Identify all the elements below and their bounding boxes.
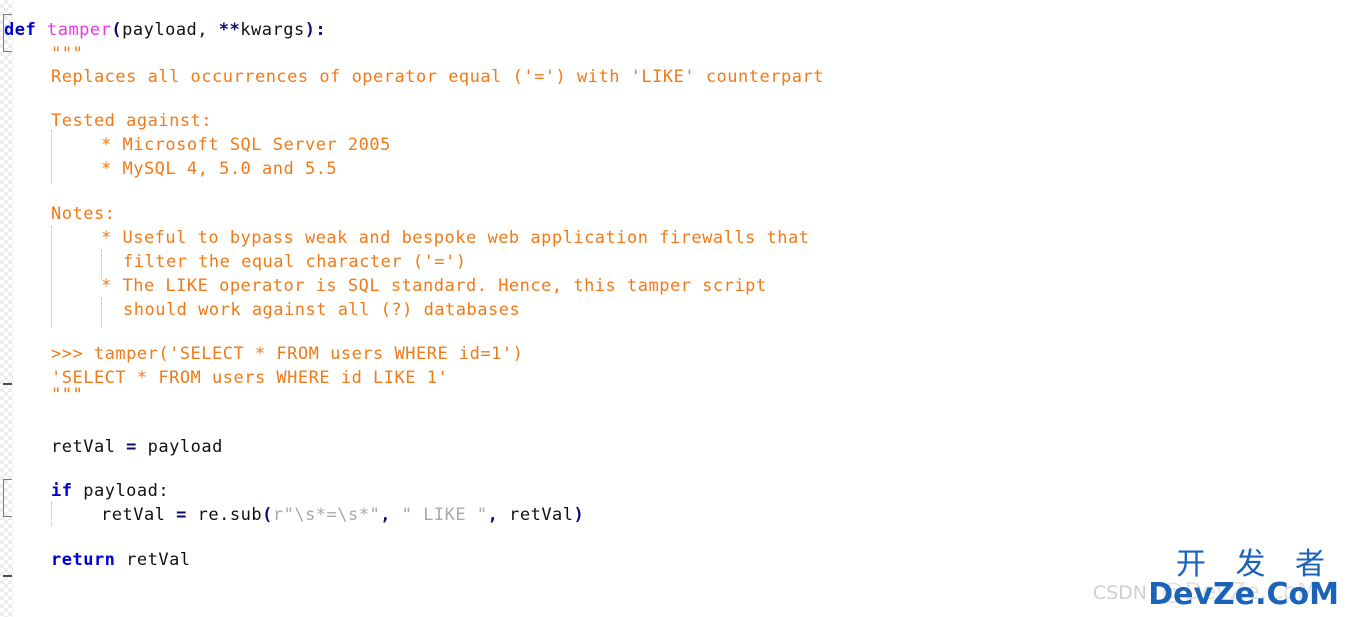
- double-star-operator: **: [218, 20, 241, 40]
- docstring-item-mssql: * Microsoft SQL Server 2005: [101, 135, 391, 155]
- code-line-16[interactable]: 'SELECT * FROM users WHERE id LIKE 1': [51, 366, 448, 390]
- docstring-notes-heading: Notes:: [51, 204, 116, 224]
- code-line-7[interactable]: * MySQL 4, 5.0 and 5.5: [101, 157, 337, 181]
- replacement-literal: " LIKE ": [401, 505, 488, 525]
- code-line-24[interactable]: return retVal: [51, 548, 191, 572]
- code-line-6[interactable]: * Microsoft SQL Server 2005: [101, 133, 391, 157]
- return-value-retval: retVal: [126, 550, 191, 570]
- docstring-item-useful: * Useful to bypass weak and bespoke web …: [101, 228, 810, 248]
- arg-separator-2: ,: [487, 505, 499, 525]
- code-line-3[interactable]: Replaces all occurrences of operator equ…: [51, 65, 824, 89]
- code-line-17[interactable]: """: [51, 383, 83, 407]
- param-payload: payload: [122, 20, 198, 40]
- arg-retval: retVal: [509, 505, 574, 525]
- docstring-summary: Replaces all occurrences of operator equ…: [51, 67, 824, 87]
- assign-operator-2: =: [176, 505, 187, 525]
- docstring-close: """: [51, 385, 84, 405]
- close-paren-colon: ):: [304, 20, 327, 40]
- param-separator: ,: [197, 20, 219, 40]
- code-line-22[interactable]: retVal = re.sub(r"\s*=\s*", " LIKE ", re…: [101, 503, 584, 527]
- code-line-19[interactable]: retVal = payload: [51, 435, 223, 459]
- code-editor-screenshot: def tamper(payload, **kwargs): """ Repla…: [0, 0, 1351, 617]
- code-line-11[interactable]: filter the equal character ('='): [123, 250, 467, 274]
- keyword-return: return: [51, 550, 116, 570]
- raw-string-prefix: r: [272, 505, 284, 525]
- assign-operator: =: [126, 437, 137, 457]
- code-line-21[interactable]: if payload:: [51, 479, 169, 503]
- if-condition-payload: payload:: [83, 481, 170, 501]
- call-re-sub: re.sub: [197, 505, 263, 525]
- open-paren-2: (: [262, 505, 273, 525]
- close-paren-2: ): [573, 505, 585, 525]
- variable-retval-assign: retVal: [101, 505, 166, 525]
- code-line-1[interactable]: def tamper(payload, **kwargs):: [4, 18, 326, 42]
- open-paren: (: [111, 20, 123, 40]
- docstring-tested-heading: Tested against:: [51, 111, 213, 131]
- docstring-doctest-prompt: >>> tamper('SELECT * FROM users WHERE id…: [51, 344, 524, 364]
- code-line-12[interactable]: * The LIKE operator is SQL standard. Hen…: [101, 274, 767, 298]
- docstring-item-mysql: * MySQL 4, 5.0 and 5.5: [101, 159, 338, 179]
- code-line-5[interactable]: Tested against:: [51, 109, 212, 133]
- code-line-15[interactable]: >>> tamper('SELECT * FROM users WHERE id…: [51, 342, 523, 366]
- docstring-item-like: * The LIKE operator is SQL standard. Hen…: [101, 276, 767, 296]
- docstring-item-filter: filter the equal character ('='): [123, 252, 467, 272]
- docstring-doctest-result: 'SELECT * FROM users WHERE id LIKE 1': [51, 368, 449, 388]
- code-line-10[interactable]: * Useful to bypass weak and bespoke web …: [101, 226, 810, 250]
- code-line-13[interactable]: should work against all (?) databases: [123, 298, 520, 322]
- code-content[interactable]: def tamper(payload, **kwargs): """ Repla…: [0, 0, 1351, 617]
- keyword-if: if: [51, 481, 73, 501]
- regex-pattern-literal: "\s*=\s*": [283, 505, 381, 525]
- docstring-open: """: [51, 44, 84, 64]
- variable-payload: payload: [147, 437, 223, 457]
- keyword-def: def: [4, 20, 37, 40]
- function-name-tamper: tamper: [46, 20, 112, 40]
- arg-separator-1: ,: [380, 505, 391, 525]
- docstring-item-should: should work against all (?) databases: [123, 300, 521, 320]
- variable-retval: retVal: [51, 437, 116, 457]
- param-kwargs: kwargs: [240, 20, 305, 40]
- code-line-9[interactable]: Notes:: [51, 202, 115, 226]
- code-line-2[interactable]: """: [51, 42, 83, 66]
